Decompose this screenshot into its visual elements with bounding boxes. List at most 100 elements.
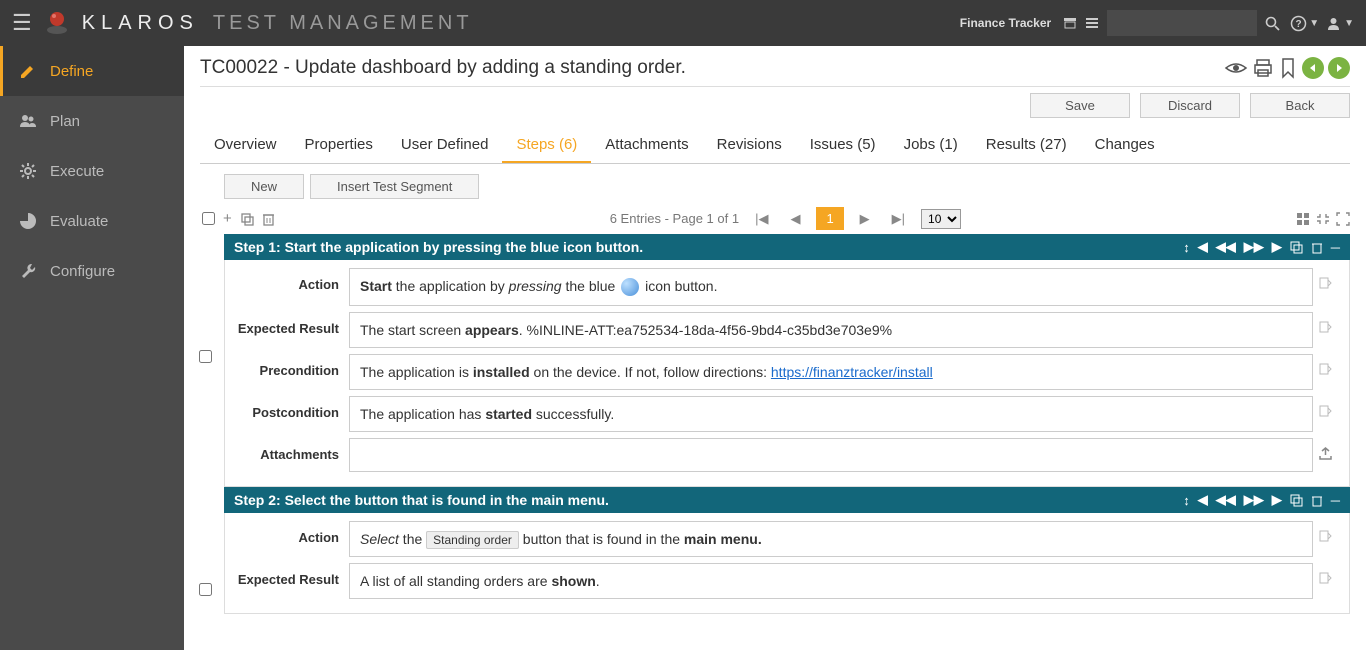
step-copy-icon[interactable] <box>1290 494 1303 507</box>
tab-jobs[interactable]: Jobs (1) <box>890 128 972 163</box>
copy-icon[interactable] <box>240 212 254 226</box>
field-extra-icon[interactable] <box>1318 404 1332 418</box>
list-icon[interactable] <box>1085 16 1099 30</box>
brand-subtitle: TEST MANAGEMENT <box>213 12 473 35</box>
project-name: Finance Tracker <box>960 16 1051 30</box>
tab-issues[interactable]: Issues (5) <box>796 128 890 163</box>
step-1-attachments-field[interactable] <box>349 438 1313 472</box>
tab-revisions[interactable]: Revisions <box>703 128 796 163</box>
first-page-icon[interactable]: |◀ <box>749 209 774 229</box>
sidebar: Define Plan Execute Evaluate Configure <box>0 46 184 650</box>
expand-icon[interactable] <box>1336 212 1350 226</box>
step-first-icon[interactable]: ◀◀ <box>1216 492 1236 508</box>
step-1-title: Step 1: Start the application by pressin… <box>234 239 1183 255</box>
field-extra-icon[interactable] <box>1318 320 1332 334</box>
help-menu[interactable]: ? ▼ <box>1290 15 1319 32</box>
step-prev-icon[interactable]: ◀ <box>1198 239 1208 255</box>
field-extra-icon[interactable] <box>1318 276 1332 290</box>
print-icon[interactable] <box>1252 57 1274 79</box>
step-2-body: Action Select the Standing order button … <box>224 513 1350 614</box>
field-extra-icon[interactable] <box>1318 529 1332 543</box>
save-button[interactable]: Save <box>1030 93 1130 118</box>
tab-user-defined[interactable]: User Defined <box>387 128 503 163</box>
move-icon[interactable]: ↕ <box>1183 240 1190 255</box>
discard-button[interactable]: Discard <box>1140 93 1240 118</box>
tab-results[interactable]: Results (27) <box>972 128 1081 163</box>
tab-overview[interactable]: Overview <box>200 128 291 163</box>
pager-summary: 6 Entries - Page 1 of 1 <box>610 211 739 226</box>
tab-attachments[interactable]: Attachments <box>591 128 702 163</box>
tab-steps[interactable]: Steps (6) <box>502 128 591 163</box>
last-page-icon[interactable]: ▶| <box>886 209 911 229</box>
search-icon[interactable] <box>1265 16 1280 31</box>
step-delete-icon[interactable] <box>1311 241 1323 254</box>
step-copy-icon[interactable] <box>1290 241 1303 254</box>
sidebar-item-label: Define <box>50 63 93 80</box>
step-collapse-icon[interactable]: ─ <box>1331 493 1340 508</box>
step-last-icon[interactable]: ▶▶ <box>1244 239 1264 255</box>
collapse-icon[interactable] <box>1316 212 1330 226</box>
sidebar-item-label: Evaluate <box>50 213 108 230</box>
label-expected: Expected Result <box>225 312 349 336</box>
new-button[interactable]: New <box>224 174 304 199</box>
eye-icon[interactable] <box>1224 56 1248 80</box>
search-input[interactable] <box>1107 10 1257 36</box>
sidebar-item-label: Plan <box>50 113 80 130</box>
pagesize-select[interactable]: 10 <box>921 209 961 229</box>
klaros-logo-icon <box>44 10 70 36</box>
field-extra-icon[interactable] <box>1318 362 1332 376</box>
page-title: TC00022 - Update dashboard by adding a s… <box>200 57 1224 79</box>
prev-page-icon[interactable]: ◀ <box>784 209 806 229</box>
step-delete-icon[interactable] <box>1311 494 1323 507</box>
step-next-icon[interactable]: ▶ <box>1272 239 1282 255</box>
step-next-icon[interactable]: ▶ <box>1272 492 1282 508</box>
current-page: 1 <box>816 207 843 230</box>
step-collapse-icon[interactable]: ─ <box>1331 240 1340 255</box>
globe-icon <box>621 278 639 296</box>
upload-icon[interactable] <box>1318 446 1333 461</box>
bookmark-icon[interactable] <box>1278 57 1298 79</box>
archive-icon[interactable] <box>1063 16 1077 30</box>
grid-view-icon[interactable] <box>1296 212 1310 226</box>
add-icon[interactable]: + <box>223 210 232 227</box>
select-all-checkbox[interactable] <box>202 212 215 225</box>
hamburger-icon[interactable]: ☰ <box>12 10 32 36</box>
tab-properties[interactable]: Properties <box>291 128 387 163</box>
wrench-icon <box>18 262 38 280</box>
step-2-action-field[interactable]: Select the Standing order button that is… <box>349 521 1313 557</box>
step-2-checkbox[interactable] <box>199 583 212 596</box>
next-circle-icon[interactable] <box>1328 57 1350 79</box>
prev-circle-icon[interactable] <box>1302 57 1324 79</box>
step-1-action-field[interactable]: Start the application by pressing the bl… <box>349 268 1313 306</box>
step-prev-icon[interactable]: ◀ <box>1198 492 1208 508</box>
tab-changes[interactable]: Changes <box>1081 128 1169 163</box>
label-postcondition: Postcondition <box>225 396 349 420</box>
svg-text:?: ? <box>1296 19 1302 30</box>
label-action: Action <box>225 268 349 292</box>
sidebar-item-configure[interactable]: Configure <box>0 246 184 296</box>
field-extra-icon[interactable] <box>1318 571 1332 585</box>
step-1-expected-field[interactable]: The start screen appears. %INLINE-ATT:ea… <box>349 312 1313 348</box>
next-page-icon[interactable]: ▶ <box>854 209 876 229</box>
sidebar-item-plan[interactable]: Plan <box>0 96 184 146</box>
users-icon <box>18 112 38 130</box>
sidebar-item-execute[interactable]: Execute <box>0 146 184 196</box>
back-button[interactable]: Back <box>1250 93 1350 118</box>
move-icon[interactable]: ↕ <box>1183 493 1190 508</box>
sidebar-item-evaluate[interactable]: Evaluate <box>0 196 184 246</box>
delete-icon[interactable] <box>262 212 275 226</box>
step-last-icon[interactable]: ▶▶ <box>1244 492 1264 508</box>
install-link[interactable]: https://finanztracker/install <box>771 364 933 380</box>
step-2-expected-field[interactable]: A list of all standing orders are shown. <box>349 563 1313 599</box>
sidebar-item-define[interactable]: Define <box>0 46 184 96</box>
insert-segment-button[interactable]: Insert Test Segment <box>310 174 479 199</box>
step-1-postcondition-field[interactable]: The application has started successfully… <box>349 396 1313 432</box>
gear-icon <box>18 162 38 180</box>
pencil-icon <box>18 62 38 80</box>
label-action: Action <box>225 521 349 545</box>
user-menu[interactable]: ▼ <box>1325 15 1354 32</box>
step-1-precondition-field[interactable]: The application is installed on the devi… <box>349 354 1313 390</box>
step-first-icon[interactable]: ◀◀ <box>1216 239 1236 255</box>
step-1-checkbox[interactable] <box>199 350 212 363</box>
content-area: TC00022 - Update dashboard by adding a s… <box>184 46 1366 650</box>
